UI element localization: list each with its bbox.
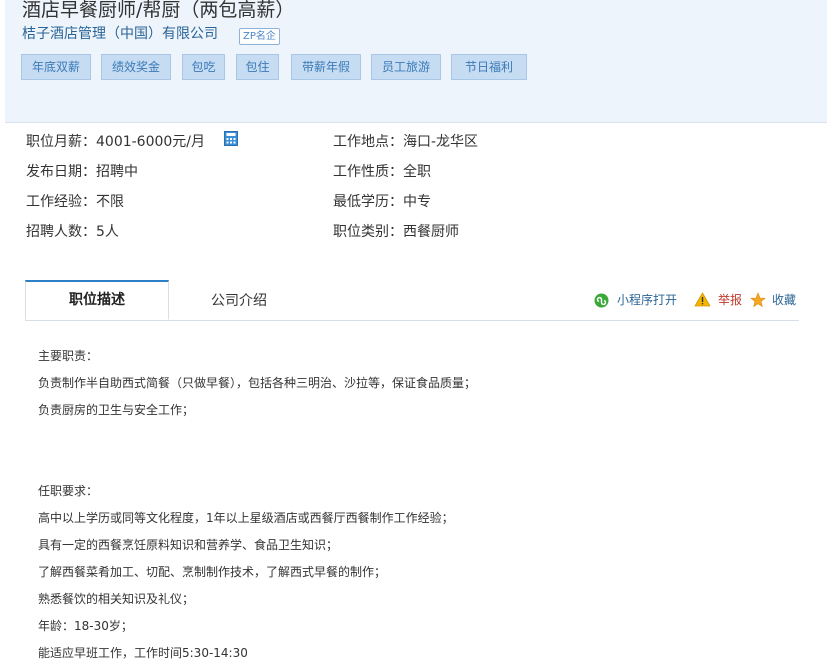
benefit-tag: 绩效奖金 [101, 54, 171, 80]
star-icon [750, 292, 766, 308]
location-info: 工作地点：海口-龙华区 [333, 134, 479, 150]
favorite-link[interactable]: 收藏 [772, 292, 796, 308]
tab-job-description[interactable]: 职位描述 [25, 280, 169, 320]
tab-bar: 职位描述 公司介绍 [25, 280, 799, 321]
benefit-tag: 包吃 [182, 54, 225, 80]
description-line: 具有一定的西餐烹饪原料知识和营养学、食品卫生知识； [38, 538, 339, 552]
calculator-icon[interactable] [224, 131, 238, 146]
company-badge: ZP名企 [239, 28, 280, 45]
benefit-tag: 节日福利 [451, 54, 527, 80]
salary-info: 职位月薪：4001-6000元/月 [26, 134, 206, 150]
description-line: 负责厨房的卫生与安全工作； [38, 403, 195, 417]
benefit-tag: 员工旅游 [371, 54, 441, 80]
description-line: 负责制作半自助西式简餐（只做早餐），包括各种三明治、沙拉等，保证食品质量； [38, 376, 477, 390]
miniprogram-open-link[interactable]: 小程序打开 [617, 292, 677, 308]
experience-info: 工作经验：不限 [26, 194, 124, 210]
description-line: 能适应早班工作，工作时间5:30-14:30 [38, 646, 248, 660]
benefit-tag: 包住 [236, 54, 279, 80]
benefit-tag: 带薪年假 [291, 54, 361, 80]
job-header: 酒店早餐厨师/帮厨（两包高薪） 桔子酒店管理（中国）有限公司 ZP名企 年底双薪… [5, 0, 827, 123]
miniprogram-icon [594, 293, 609, 308]
job-type-info: 工作性质：全职 [333, 164, 431, 180]
description-line: 熟悉餐饮的相关知识及礼仪； [38, 592, 195, 606]
job-title: 酒店早餐厨师/帮厨（两包高薪） [22, 0, 295, 21]
benefit-tag: 年底双薪 [21, 54, 91, 80]
category-info: 职位类别：西餐厨师 [333, 224, 459, 240]
report-link[interactable]: 举报 [718, 292, 742, 308]
description-line: 年龄：18-30岁； [38, 619, 133, 633]
warning-icon [694, 292, 711, 307]
description-line: 主要职责： [38, 349, 99, 363]
description-line: 高中以上学历或同等文化程度，1年以上星级酒店或西餐厅西餐制作工作经验； [38, 511, 454, 525]
education-info: 最低学历：中专 [333, 194, 431, 210]
headcount-info: 招聘人数：5人 [26, 224, 119, 240]
tab-company-intro[interactable]: 公司介绍 [211, 290, 267, 310]
publish-date-info: 发布日期：招聘中 [26, 164, 138, 180]
description-line: 了解西餐菜肴加工、切配、烹制制作技术，了解西式早餐的制作； [38, 565, 387, 579]
company-link[interactable]: 桔子酒店管理（中国）有限公司 [22, 24, 218, 44]
description-line: 任职要求： [38, 484, 99, 498]
